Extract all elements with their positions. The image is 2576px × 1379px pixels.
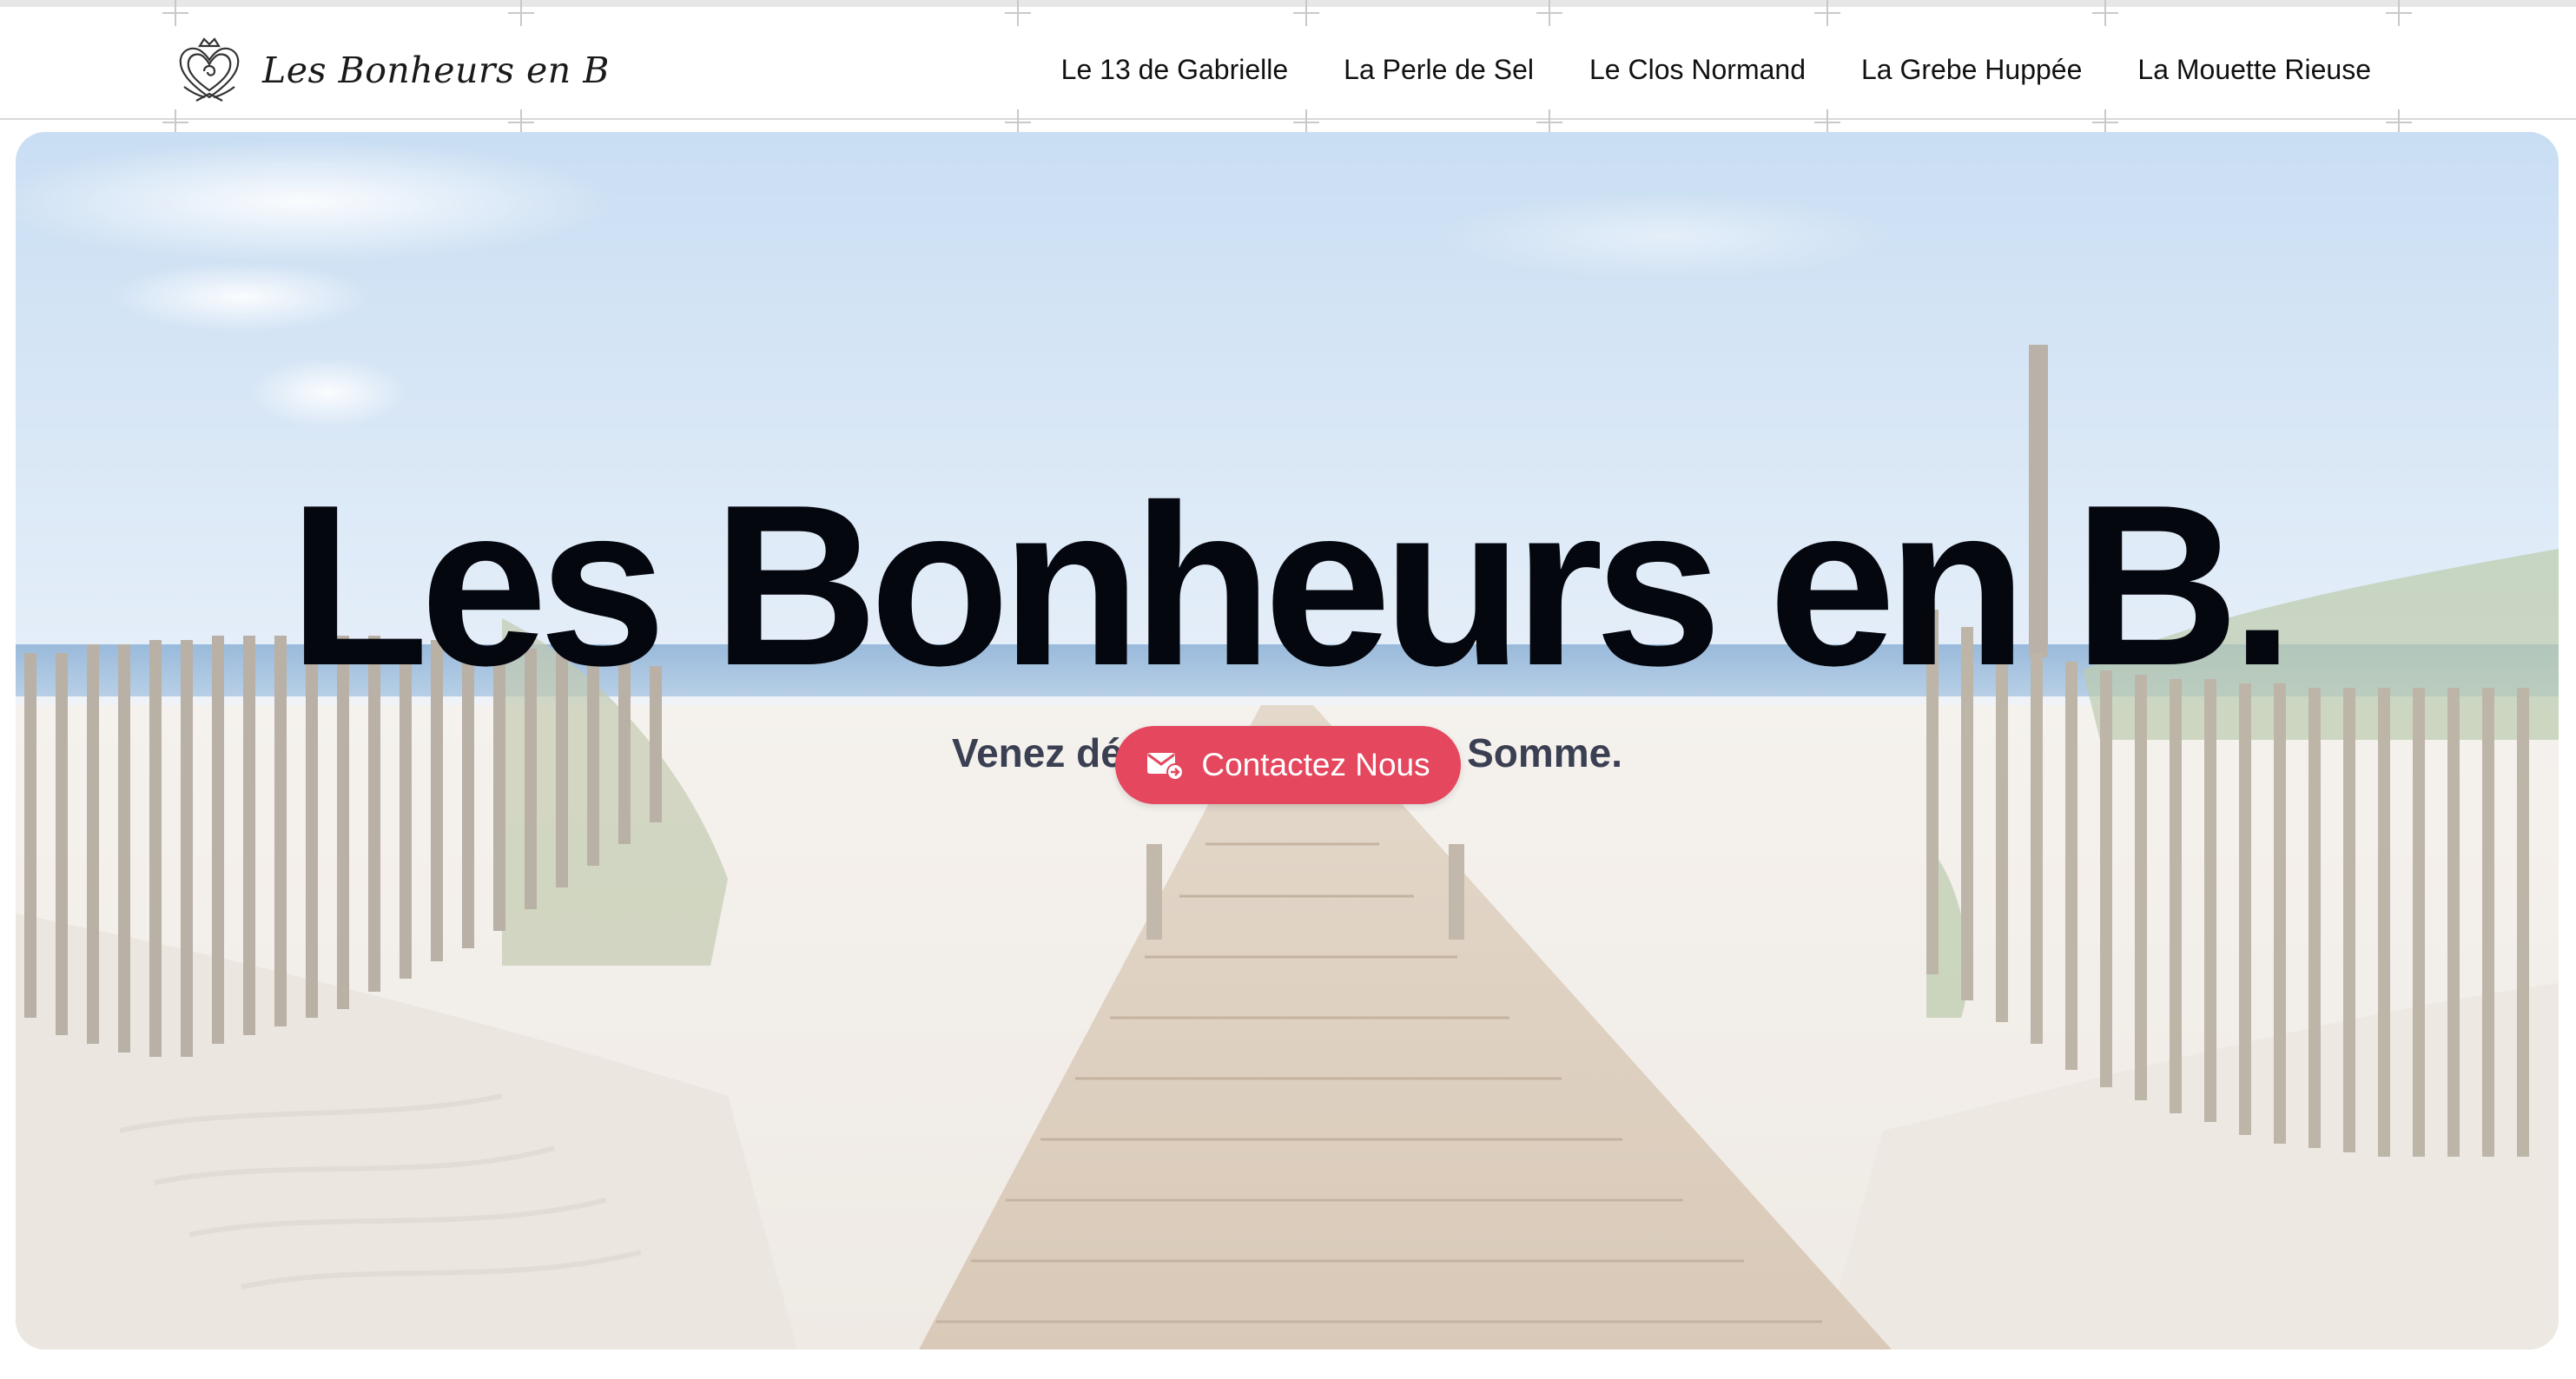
- grid-mark: [2386, 0, 2412, 26]
- hero-section: Les Bonheurs en B. Venez découvrir la Ba…: [16, 132, 2559, 1349]
- brand-home-link[interactable]: Les Bonheurs en B: [174, 31, 610, 109]
- grid-mark: [162, 0, 188, 26]
- grid-mark: [1293, 0, 1319, 26]
- heart-emblem-icon: [179, 37, 240, 102]
- grid-mark: [2092, 0, 2118, 26]
- nav-item-le-13-de-gabrielle[interactable]: Le 13 de Gabrielle: [1061, 54, 1289, 86]
- grid-mark: [1814, 0, 1840, 26]
- mail-send-icon: [1147, 753, 1185, 781]
- nav-item-la-perle-de-sel[interactable]: La Perle de Sel: [1344, 54, 1534, 86]
- grid-mark: [508, 0, 534, 26]
- contact-button[interactable]: Contactez Nous: [1115, 726, 1461, 804]
- brand-name: Les Bonheurs en B: [262, 49, 610, 91]
- grid-mark: [1005, 0, 1031, 26]
- grid-mark: [1536, 0, 1562, 26]
- nav-item-la-grebe-huppee[interactable]: La Grebe Huppée: [1861, 54, 2082, 86]
- contact-button-label: Contactez Nous: [1201, 747, 1430, 782]
- hero-title: Les Bonheurs en B.: [288, 457, 2294, 713]
- nav-item-le-clos-normand[interactable]: Le Clos Normand: [1589, 54, 1806, 86]
- nav-item-la-mouette-rieuse[interactable]: La Mouette Rieuse: [2137, 54, 2371, 86]
- site-header: Les Bonheurs en B Le 13 de Gabrielle La …: [0, 0, 2576, 135]
- main-nav: Le 13 de Gabrielle La Perle de Sel Le Cl…: [1061, 42, 2371, 97]
